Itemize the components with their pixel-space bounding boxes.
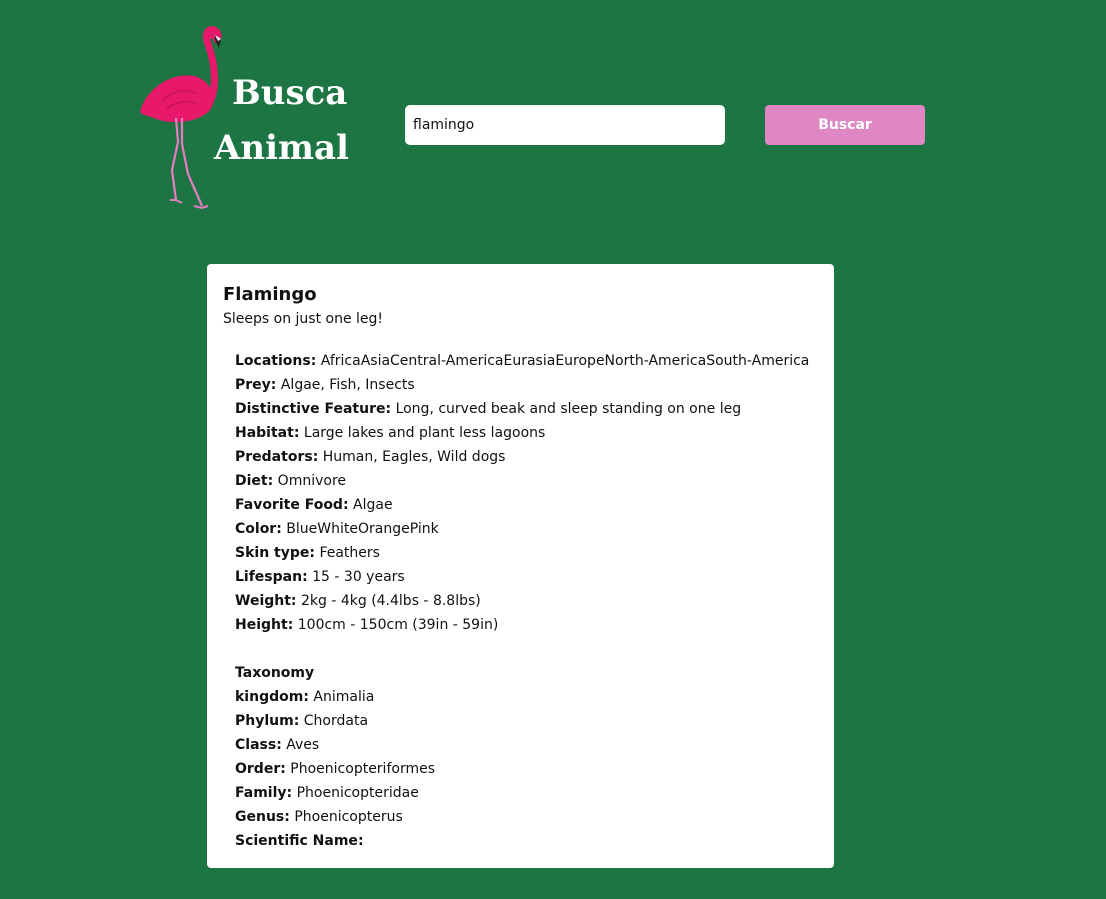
fact-value: AfricaAsiaCentral-AmericaEurasiaEuropeNo… [320, 353, 810, 369]
fact-label: Habitat [235, 425, 299, 441]
characteristic-row: Weight 2kg - 4kg (4.4lbs - 8.8lbs) [235, 589, 818, 613]
characteristics-list: Locations AfricaAsiaCentral-AmericaEuras… [235, 349, 818, 637]
fact-value: 2kg - 4kg (4.4lbs - 8.8lbs) [300, 593, 481, 609]
fact-label: Color [235, 521, 282, 537]
taxonomy-row: Order Phoenicopteriformes [235, 757, 818, 781]
fact-label: Scientific Name [235, 833, 364, 849]
fact-label: Predators [235, 449, 318, 465]
fact-label: Prey [235, 377, 276, 393]
taxonomy-row: Phylum Chordata [235, 709, 818, 733]
fact-value: Animalia [313, 689, 375, 705]
animal-name: Flamingo [223, 284, 317, 305]
taxonomy-row: Family Phoenicopteridae [235, 781, 818, 805]
fact-label: Phylum [235, 713, 299, 729]
characteristic-row: Height 100cm - 150cm (39in - 59in) [235, 613, 818, 637]
fact-value: Large lakes and plant less lagoons [303, 425, 546, 441]
animal-facts: Locations AfricaAsiaCentral-AmericaEuras… [223, 349, 818, 853]
characteristic-row: Locations AfricaAsiaCentral-AmericaEuras… [235, 349, 818, 373]
fact-label: Lifespan [235, 569, 308, 585]
animal-slogan: Sleeps on just one leg! [223, 311, 384, 327]
fact-value: 100cm - 150cm (39in - 59in) [297, 617, 499, 633]
taxonomy-row: Scientific Name [235, 829, 818, 853]
logo: Busca Animal [132, 22, 362, 218]
fact-value: BlueWhiteOrangePink [286, 521, 439, 537]
taxonomy-list: kingdom AnimaliaPhylum ChordataClass Ave… [235, 685, 818, 853]
fact-label: Skin type [235, 545, 315, 561]
fact-value: Phoenicopteriformes [290, 761, 435, 777]
fact-label: Favorite Food [235, 497, 349, 513]
characteristic-row: Lifespan 15 - 30 years [235, 565, 818, 589]
fact-label: Order [235, 761, 286, 777]
fact-value: Omnivore [277, 473, 347, 489]
fact-label: Distinctive Feature [235, 401, 391, 417]
fact-label: Weight [235, 593, 297, 609]
fact-value: Algae [353, 497, 393, 513]
fact-value: Phoenicopterus [294, 809, 403, 825]
fact-label: Height [235, 617, 293, 633]
logo-line-1: Busca [232, 73, 348, 113]
fact-label: Diet [235, 473, 273, 489]
fact-value: Long, curved beak and sleep standing on … [395, 401, 742, 417]
characteristic-row: Predators Human, Eagles, Wild dogs [235, 445, 818, 469]
fact-value: Feathers [319, 545, 380, 561]
fact-label: Genus [235, 809, 290, 825]
taxonomy-row: Genus Phoenicopterus [235, 805, 818, 829]
search-input[interactable] [405, 105, 725, 145]
characteristic-row: Prey Algae, Fish, Insects [235, 373, 818, 397]
fact-value: 15 - 30 years [312, 569, 405, 585]
taxonomy-row: kingdom Animalia [235, 685, 818, 709]
fact-value: Phoenicopteridae [296, 785, 419, 801]
fact-value: Chordata [303, 713, 369, 729]
characteristic-row: Diet Omnivore [235, 469, 818, 493]
fact-label: Locations [235, 353, 316, 369]
characteristic-row: Habitat Large lakes and plant less lagoo… [235, 421, 818, 445]
fact-label: kingdom [235, 689, 309, 705]
characteristic-row: Color BlueWhiteOrangePink [235, 517, 818, 541]
logo-text: Busca Animal [214, 66, 349, 176]
logo-line-2: Animal [214, 128, 349, 168]
characteristic-row: Favorite Food Algae [235, 493, 818, 517]
fact-value: Aves [286, 737, 320, 753]
search-button[interactable]: Buscar [765, 105, 925, 145]
fact-label: Class [235, 737, 282, 753]
taxonomy-heading: Taxonomy [235, 665, 315, 681]
fact-value: Human, Eagles, Wild dogs [322, 449, 506, 465]
fact-label: Family [235, 785, 292, 801]
fact-value: Algae, Fish, Insects [280, 377, 415, 393]
characteristic-row: Distinctive Feature Long, curved beak an… [235, 397, 818, 421]
characteristic-row: Skin type Feathers [235, 541, 818, 565]
animal-card: Flamingo Sleeps on just one leg! Locatio… [207, 264, 834, 868]
taxonomy-row: Class Aves [235, 733, 818, 757]
